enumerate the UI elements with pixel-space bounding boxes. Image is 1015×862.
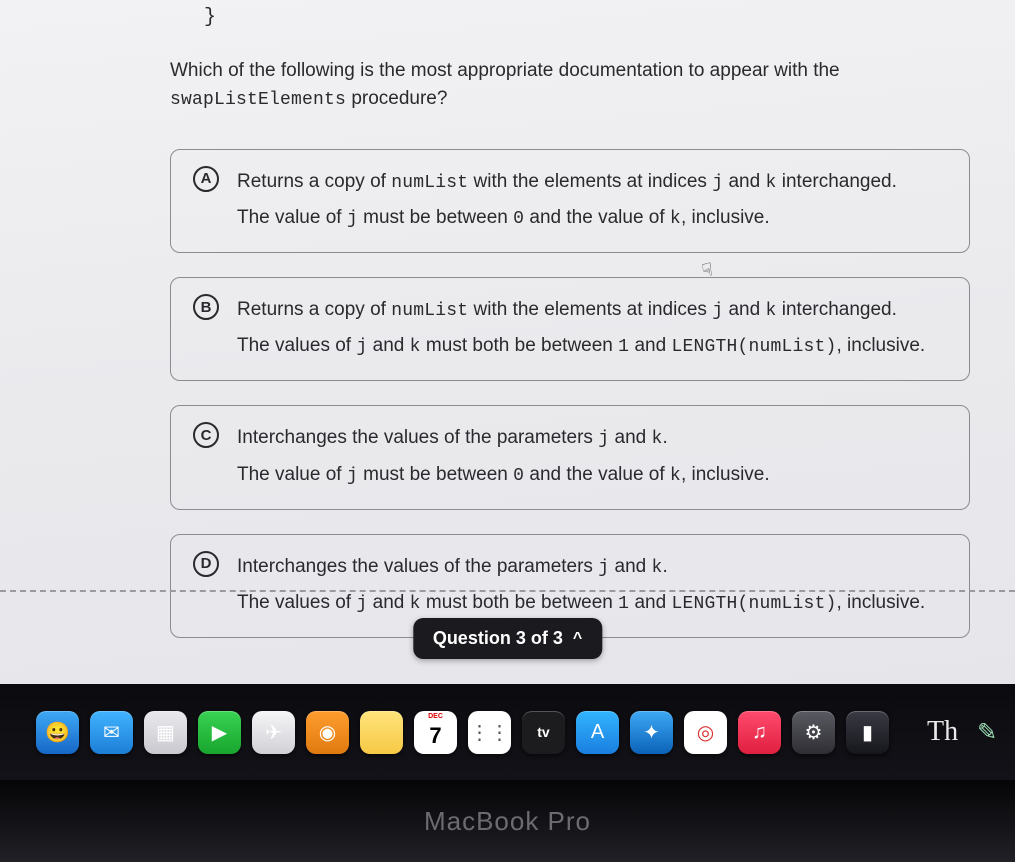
reminders-icon[interactable]: ⋮⋮ xyxy=(468,711,511,754)
answer-option-a[interactable]: A Returns a copy of numList with the elem… xyxy=(170,149,970,253)
dock-right-app-text[interactable]: Th xyxy=(919,716,966,748)
settings-icon[interactable]: ⚙ xyxy=(792,711,835,754)
option-letter: C xyxy=(193,422,219,448)
question-pre: Which of the following is the most appro… xyxy=(170,60,840,81)
iphone-mirror-icon[interactable]: ▮ xyxy=(846,711,889,754)
option-text: Returns a copy of numList with the eleme… xyxy=(237,292,947,364)
option-text: Returns a copy of numList with the eleme… xyxy=(237,164,947,236)
bezel-label: MacBook Pro xyxy=(424,806,591,837)
chevron-up-icon: ^ xyxy=(573,630,582,648)
screen-content: } Which of the following is the most app… xyxy=(0,0,1015,720)
question-code: swapListElements xyxy=(170,90,346,110)
question-text: Which of the following is the most appro… xyxy=(170,57,970,113)
calendar-badge: DEC xyxy=(414,713,457,720)
pen-icon[interactable]: ✎ xyxy=(977,718,997,747)
question-post: procedure? xyxy=(351,88,447,109)
chrome-icon[interactable]: ◎ xyxy=(684,711,727,754)
finder-icon[interactable]: 😀 xyxy=(36,711,79,754)
option-letter: A xyxy=(193,166,219,192)
photos-icon[interactable]: ◉ xyxy=(306,711,349,754)
calendar-icon[interactable]: 7DEC xyxy=(414,711,457,754)
notes-icon[interactable] xyxy=(360,711,403,754)
pager-label: Question 3 of 3 xyxy=(433,628,563,649)
maps-icon[interactable]: ✈ xyxy=(252,711,295,754)
answer-option-b[interactable]: B Returns a copy of numList with the elem… xyxy=(170,277,970,381)
option-text: Interchanges the values of the parameter… xyxy=(237,420,947,492)
section-divider-dashed xyxy=(0,590,1015,592)
option-text: Interchanges the values of the parameter… xyxy=(237,549,947,621)
safari-icon[interactable]: ✦ xyxy=(630,711,673,754)
mail-icon[interactable]: ✉ xyxy=(90,711,133,754)
code-brace: } xyxy=(204,0,975,29)
appstore-icon[interactable]: A xyxy=(576,711,619,754)
question-pager-button[interactable]: Question 3 of 3 ^ xyxy=(413,618,602,659)
macos-dock: 😀 ✉ ▦ ▶ ✈ ◉ 7DEC ⋮⋮ tv A ✦ ◎ ♫ ⚙ ▮ Th ✎ xyxy=(0,684,1015,780)
answer-option-c[interactable]: C Interchanges the values of the paramete… xyxy=(170,405,970,509)
appletv-icon[interactable]: tv xyxy=(522,711,565,754)
laptop-bezel: MacBook Pro xyxy=(0,780,1015,862)
option-letter: B xyxy=(193,294,219,320)
music-icon[interactable]: ♫ xyxy=(738,711,781,754)
facetime-icon[interactable]: ▶ xyxy=(198,711,241,754)
option-letter: D xyxy=(193,551,219,577)
launchpad-icon[interactable]: ▦ xyxy=(144,711,187,754)
